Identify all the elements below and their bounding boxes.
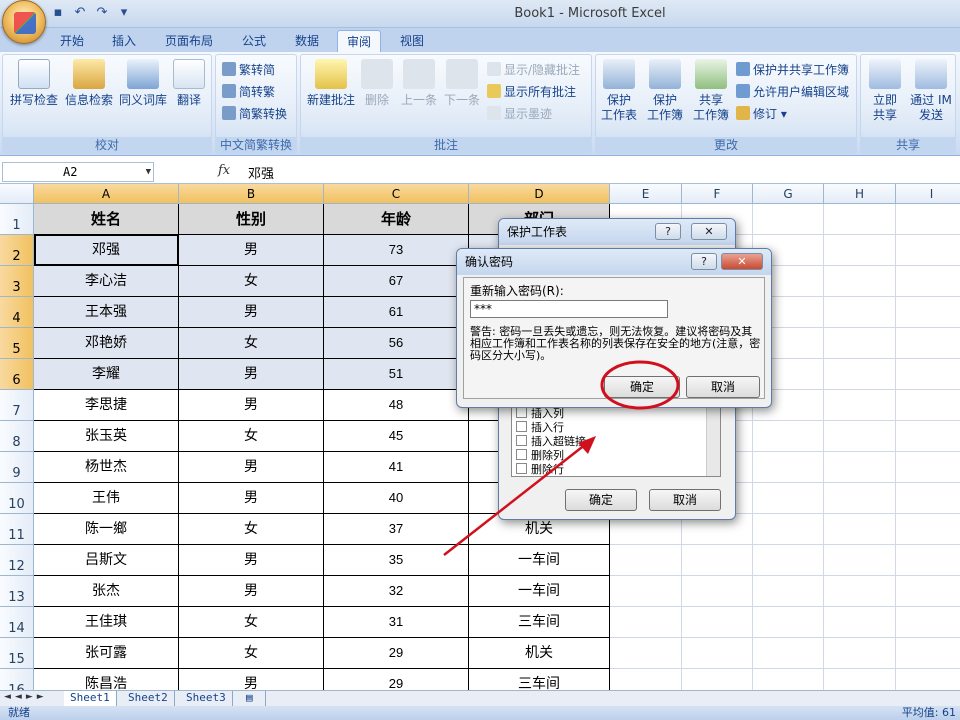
highlight-circle [600,360,680,410]
office-logo-icon [14,12,36,34]
annotation-arrow-line [443,443,587,556]
annotation-arrowhead [578,436,596,454]
office-button[interactable] [2,0,46,44]
annotation-overlay [443,360,680,556]
